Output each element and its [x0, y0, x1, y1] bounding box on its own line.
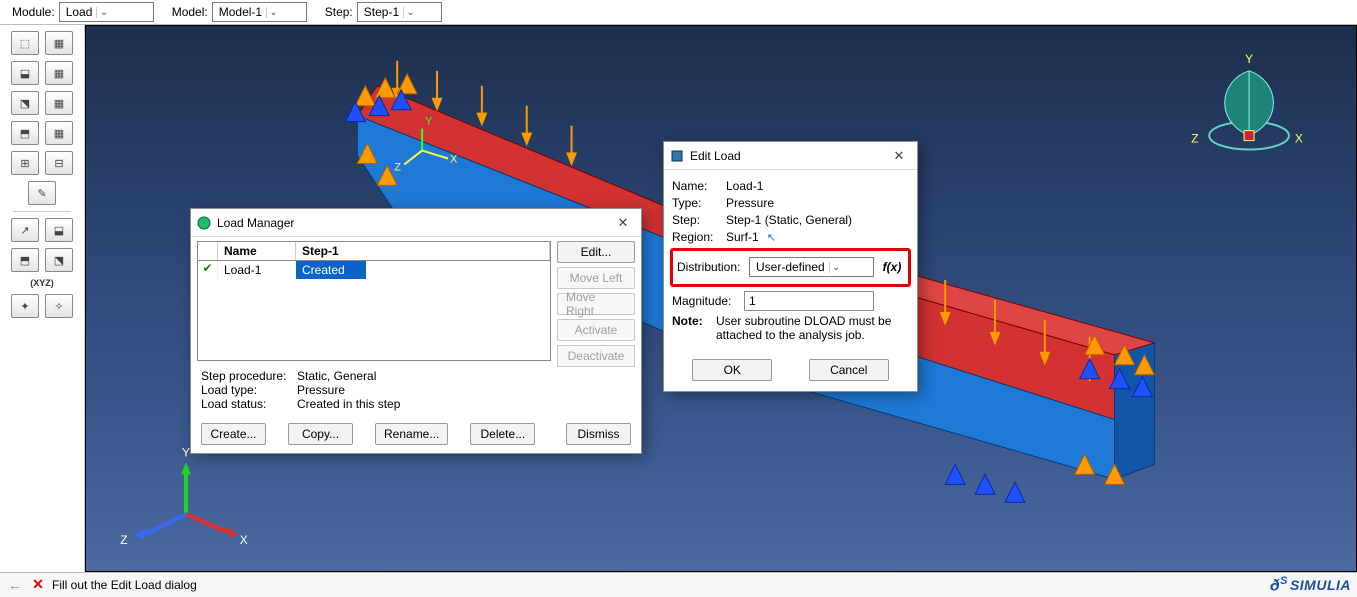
tool-btn[interactable]: ⬔ [45, 248, 73, 272]
tool-btn[interactable]: ⬒ [11, 248, 39, 272]
cancel-icon[interactable]: ✕ [30, 577, 46, 593]
svg-text:Y: Y [425, 116, 433, 128]
workspace: ⬚▦ ⬓▦ ⬔▦ ⬒▦ ⊞⊟ ✎ ↗⬓ ⬒⬔ (XYZ) ✦✧ [0, 25, 1357, 572]
triad-z: Z [120, 533, 127, 547]
triad-y: Y [182, 445, 190, 459]
deactivate-button: Deactivate [557, 345, 635, 367]
view-compass: Y X Z [1191, 52, 1303, 150]
note-text: User subroutine DLOAD must be attached t… [716, 314, 909, 342]
context-bar: Module: Load ⌄ Model: Model-1 ⌄ Step: St… [0, 0, 1357, 25]
app-icon [670, 149, 684, 163]
table-row[interactable]: ✔ Load-1 Created [198, 261, 550, 279]
tool-btn[interactable]: ▦ [45, 121, 73, 145]
tool-btn[interactable]: ⬒ [11, 121, 39, 145]
close-icon[interactable]: ✕ [887, 148, 911, 164]
model-value: Model-1 [219, 5, 262, 19]
region-value: Surf-1 [726, 230, 759, 244]
check-icon: ✔ [198, 261, 218, 279]
tool-btn[interactable]: ⬓ [11, 61, 39, 85]
cancel-button[interactable]: Cancel [809, 359, 889, 381]
load-table[interactable]: Name Step-1 ✔ Load-1 Created [197, 241, 551, 361]
load-manager-dialog: Load Manager ✕ Name Step-1 ✔ Load-1 Crea… [190, 208, 642, 454]
fx-button[interactable]: f(x) [880, 260, 904, 274]
module-combo[interactable]: Load ⌄ [59, 2, 154, 22]
dialog-titlebar[interactable]: Load Manager ✕ [191, 209, 641, 237]
edit-load-dialog: Edit Load ✕ Name:Load-1 Type:Pressure St… [663, 141, 918, 392]
viewport-3d[interactable]: Y X Z Y X Z Y [85, 25, 1357, 572]
step-value: Step-1 [364, 5, 399, 19]
tool-btn[interactable]: ⊞ [11, 151, 39, 175]
tool-btn[interactable]: ↗ [11, 218, 39, 242]
status-bar: ← ✕ Fill out the Edit Load dialog ðS SIM… [0, 572, 1357, 597]
activate-button: Activate [557, 319, 635, 341]
chevron-down-icon: ⌄ [403, 7, 417, 18]
model-combo[interactable]: Model-1 ⌄ [212, 2, 307, 22]
tool-btn[interactable]: ⬚ [11, 31, 39, 55]
chevron-down-icon: ⌄ [266, 7, 280, 18]
tool-btn[interactable]: ✎ [28, 181, 56, 205]
tool-btn[interactable]: ✧ [45, 294, 73, 318]
xyz-label: (XYZ) [30, 278, 54, 288]
move-right-button: Move Right [557, 293, 635, 315]
distribution-combo[interactable]: User-defined ⌄ [749, 257, 874, 277]
module-value: Load [66, 5, 93, 19]
compass-y: Y [1245, 52, 1253, 66]
module-label: Module: [12, 5, 55, 19]
status-message: Fill out the Edit Load dialog [52, 578, 197, 592]
tool-btn[interactable]: ▦ [45, 91, 73, 115]
svg-text:X: X [450, 153, 458, 165]
tool-btn[interactable]: ⊟ [45, 151, 73, 175]
dialog-title: Load Manager [217, 216, 605, 230]
ok-button[interactable]: OK [692, 359, 772, 381]
svg-text:Z: Z [394, 161, 401, 173]
step-label: Step: [325, 5, 353, 19]
distribution-value: User-defined [756, 260, 825, 274]
copy-button[interactable]: Copy... [288, 423, 353, 445]
back-icon[interactable]: ← [6, 577, 24, 593]
pick-region-icon[interactable]: ↖ [767, 231, 776, 244]
compass-x: X [1295, 132, 1303, 146]
dialog-titlebar[interactable]: Edit Load ✕ [664, 142, 917, 170]
rename-button[interactable]: Rename... [375, 423, 448, 445]
tool-btn[interactable]: ⬓ [45, 218, 73, 242]
col-step: Step-1 [296, 242, 550, 260]
load-info: Step procedure:Static, General Load type… [191, 367, 641, 417]
triad-x: X [240, 533, 248, 547]
tool-btn[interactable]: ▦ [45, 61, 73, 85]
cell-step: Created [296, 261, 366, 279]
app-icon [197, 216, 211, 230]
step-value: Step-1 (Static, General) [726, 213, 852, 227]
tool-btn[interactable]: ✦ [11, 294, 39, 318]
name-value: Load-1 [726, 179, 763, 193]
edit-button[interactable]: Edit... [557, 241, 635, 263]
brand-logo: ðS SIMULIA [1270, 575, 1351, 595]
model-label: Model: [172, 5, 208, 19]
compass-z: Z [1191, 132, 1198, 146]
chevron-down-icon: ⌄ [96, 7, 110, 18]
cell-name: Load-1 [218, 261, 296, 279]
delete-button[interactable]: Delete... [470, 423, 535, 445]
move-left-button: Move Left [557, 267, 635, 289]
type-value: Pressure [726, 196, 774, 210]
step-combo[interactable]: Step-1 ⌄ [357, 2, 442, 22]
create-button[interactable]: Create... [201, 423, 266, 445]
dialog-title: Edit Load [690, 149, 881, 163]
distribution-highlight: Distribution: User-defined ⌄ f(x) [670, 248, 911, 287]
close-icon[interactable]: ✕ [611, 215, 635, 231]
magnitude-input[interactable] [744, 291, 874, 311]
tool-btn[interactable]: ⬔ [11, 91, 39, 115]
col-name: Name [218, 242, 296, 260]
dismiss-button[interactable]: Dismiss [566, 423, 631, 445]
chevron-down-icon: ⌄ [829, 262, 843, 273]
tool-btn[interactable]: ▦ [45, 31, 73, 55]
tool-column: ⬚▦ ⬓▦ ⬔▦ ⬒▦ ⊞⊟ ✎ ↗⬓ ⬒⬔ (XYZ) ✦✧ [0, 25, 85, 572]
